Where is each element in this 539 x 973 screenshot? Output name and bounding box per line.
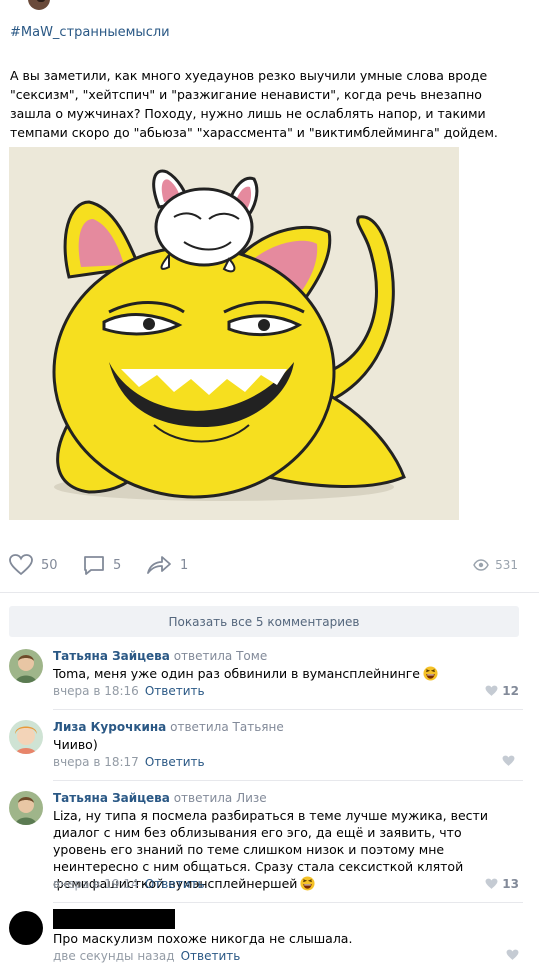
like-button[interactable]: 50 <box>9 550 58 580</box>
share-arrow-icon <box>147 556 171 574</box>
comment-like-count: 13 <box>502 877 519 891</box>
laughing-emoji-icon <box>423 666 438 681</box>
post-divider <box>0 592 539 593</box>
views-count: 531 <box>495 558 518 572</box>
comment-like-button[interactable] <box>506 949 519 961</box>
share-button[interactable]: 1 <box>146 550 188 580</box>
like-count: 50 <box>41 557 58 573</box>
heart-icon <box>502 755 515 766</box>
comment-button[interactable]: 5 <box>83 550 121 580</box>
post-hashtag[interactable]: #MaW_странныемысли <box>10 25 170 40</box>
comment-like-button[interactable]: 12 <box>485 684 519 698</box>
comment-time[interactable]: вчера в 19:14 <box>53 877 139 891</box>
comment-time[interactable]: две секунды назад <box>53 949 175 963</box>
comment-reply-to[interactable]: ответила Лизе <box>174 791 267 805</box>
laughing-emoji-icon <box>300 876 315 891</box>
reply-button[interactable]: Ответить <box>145 877 205 891</box>
comment-like-button[interactable] <box>502 755 519 767</box>
comment-text: Toma, меня уже один раз обвинили в вуман… <box>53 666 420 681</box>
comment-author-link[interactable]: Лиза Курочкина <box>53 720 166 734</box>
post-image[interactable] <box>9 147 459 520</box>
comment-like-button[interactable]: 13 <box>485 877 519 891</box>
commenter-avatar[interactable] <box>9 791 43 825</box>
author-avatar[interactable] <box>28 0 50 10</box>
comment-time[interactable]: вчера в 18:16 <box>53 684 139 698</box>
commenter-avatar[interactable] <box>9 911 43 945</box>
comment-separator <box>53 780 523 781</box>
comment-reply-to[interactable]: ответила Татьяне <box>170 720 284 734</box>
commenter-avatar[interactable] <box>9 720 43 754</box>
comment-text: Чииво) <box>53 737 98 752</box>
share-count: 1 <box>180 557 189 573</box>
comment-separator <box>53 902 523 903</box>
eye-icon <box>473 559 489 571</box>
heart-icon <box>9 554 33 576</box>
comment-reply-to[interactable]: ответила Томе <box>174 649 268 663</box>
comment-separator <box>53 709 523 710</box>
redacted-author-name <box>53 909 175 929</box>
post-text: А вы заметили, как много хуедаунов резко… <box>10 68 498 140</box>
reply-button[interactable]: Ответить <box>181 949 241 963</box>
comment-text: Про маскулизм похоже никогда не слышала. <box>53 931 353 946</box>
comment-time[interactable]: вчера в 18:17 <box>53 755 139 769</box>
reply-button[interactable]: Ответить <box>145 684 205 698</box>
comment-icon <box>84 556 104 575</box>
comment-author-link[interactable]: Татьяна Зайцева <box>53 649 170 663</box>
comment-count: 5 <box>113 557 122 573</box>
show-all-comments-button[interactable]: Показать все 5 комментариев <box>9 606 519 637</box>
troll-cat-illustration <box>9 147 459 520</box>
comment-like-count: 12 <box>502 684 519 698</box>
commenter-avatar[interactable] <box>9 649 43 683</box>
heart-icon <box>485 685 498 696</box>
views-counter: 531 <box>473 550 518 580</box>
reply-button[interactable]: Ответить <box>145 755 205 769</box>
comment-author-link[interactable]: Татьяна Зайцева <box>53 791 170 805</box>
heart-icon <box>485 878 498 889</box>
heart-icon <box>506 949 519 960</box>
